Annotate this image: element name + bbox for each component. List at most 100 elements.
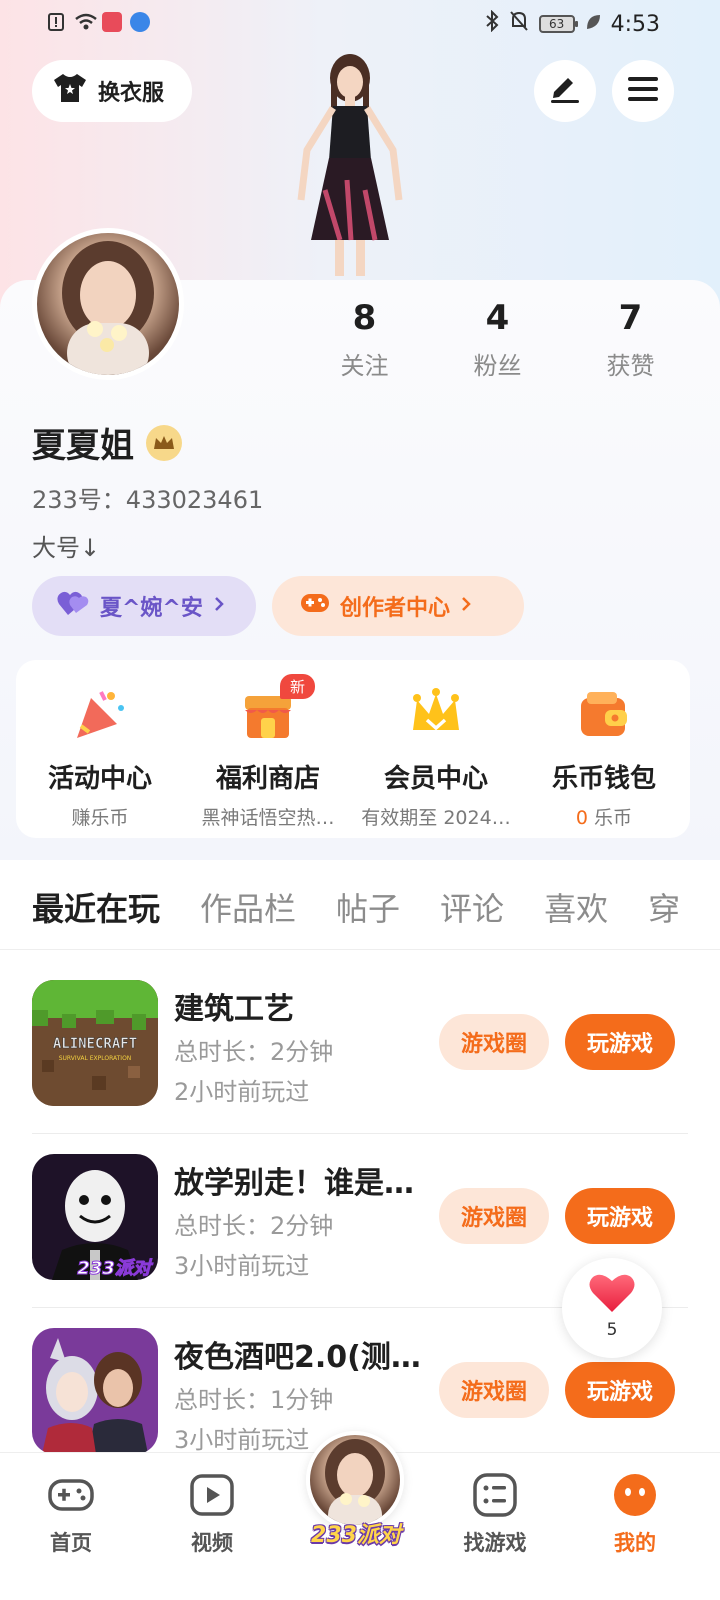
stat-followers-label: 粉丝 <box>473 352 522 380</box>
game-icon-craft[interactable]: ALINECRAFT SURVIVAL EXPLORATION <box>32 980 158 1106</box>
feature-subtitle: 有效期至 2024… <box>361 807 511 829</box>
username: 夏夏姐 <box>32 426 134 466</box>
feature-title: 活动中心 <box>47 764 152 794</box>
chevron-right-icon <box>213 594 225 619</box>
game-name: 建筑工艺 <box>174 992 294 1027</box>
crown-gold-icon <box>407 686 465 744</box>
nav-home[interactable]: 首页 <box>16 1471 126 1557</box>
feature-activity-center[interactable]: 活动中心 赚乐币 <box>16 660 184 838</box>
change-outfit-button[interactable]: 换衣服 <box>32 60 192 122</box>
battery-indicator: 63 <box>538 15 578 33</box>
party-popper-icon <box>71 686 129 744</box>
game-last-played: 2小时前玩过 <box>174 1078 310 1106</box>
game-circle-button[interactable]: 游戏圈 <box>439 1188 549 1244</box>
edit-profile-button[interactable] <box>534 60 596 122</box>
heart-icon <box>588 1274 636 1318</box>
feature-subtitle: 赚乐币 <box>71 807 129 829</box>
play-game-button[interactable]: 玩游戏 <box>565 1014 675 1070</box>
mute-bell-icon <box>509 10 529 38</box>
nav-label: 视频 <box>191 1531 233 1555</box>
crown-icon[interactable] <box>146 424 182 461</box>
stat-following-label: 关注 <box>340 352 389 380</box>
status-bar: 63 4:53 <box>0 0 720 50</box>
feature-subtitle: 0 乐币 <box>520 803 688 830</box>
game-icon-school[interactable]: 233派对 <box>32 1154 158 1280</box>
feature-subtitle: 黑神话悟空热… <box>201 807 335 829</box>
me-face-icon <box>611 1471 659 1519</box>
like-count: 5 <box>606 1320 618 1340</box>
gamepad-icon <box>300 591 330 621</box>
hamburger-menu-icon <box>627 75 659 107</box>
game-last-played: 3小时前玩过 <box>174 1252 310 1280</box>
profile-stats: 8 关注 4 粉丝 7 获赞 <box>298 298 698 381</box>
feature-title: 福利商店 <box>215 764 320 794</box>
tab-likes[interactable]: 喜欢 <box>544 884 608 930</box>
change-outfit-label: 换衣服 <box>98 81 165 106</box>
floating-like-button[interactable]: 5 <box>562 1258 662 1358</box>
username-row: 夏夏姐 <box>32 418 182 467</box>
nav-label: 首页 <box>50 1531 92 1555</box>
creator-center-label: 创作者中心 <box>340 596 451 621</box>
menu-button[interactable] <box>612 60 674 122</box>
wallet-icon <box>575 686 633 744</box>
stat-followers[interactable]: 4 粉丝 <box>431 298 564 381</box>
game-icon-title: ALINECRAFT <box>53 1036 137 1052</box>
game-name: 夜色酒吧2.0(测… <box>174 1340 421 1375</box>
tab-recently-played[interactable]: 最近在玩 <box>32 884 160 930</box>
bottom-navigation: 首页 视频 233派对 找游戏 我的 <box>0 1431 720 1600</box>
feature-welfare-shop[interactable]: 新 福利商店 黑神话悟空热… <box>184 660 352 838</box>
feature-shortcuts: 活动中心 赚乐币 新 福利商店 黑神话悟空热… 会员中心 有效期至 2024… … <box>16 660 690 838</box>
list-icon <box>471 1471 519 1519</box>
creator-center-button[interactable]: 创作者中心 <box>272 576 524 636</box>
chevron-right-icon <box>460 594 472 619</box>
play-game-button[interactable]: 玩游戏 <box>565 1188 675 1244</box>
game-circle-button[interactable]: 游戏圈 <box>439 1362 549 1418</box>
nav-video[interactable]: 视频 <box>157 1471 267 1557</box>
party-avatar[interactable] <box>306 1431 404 1529</box>
game-row[interactable]: ALINECRAFT SURVIVAL EXPLORATION 建筑工艺 总时长… <box>32 960 688 1134</box>
stat-followers-value: 4 <box>485 298 510 338</box>
stat-likes-label: 获赞 <box>606 352 655 380</box>
linked-account-label: 夏^婉^安 <box>100 596 203 621</box>
game-duration: 总时长：2分钟 <box>174 1212 334 1240</box>
tab-posts[interactable]: 帖子 <box>336 884 400 930</box>
bluetooth-icon <box>485 9 499 38</box>
3d-avatar-figure[interactable] <box>285 50 415 280</box>
user-avatar[interactable] <box>32 228 184 380</box>
game-name: 放学别走！谁是… <box>174 1166 414 1201</box>
heart-link-icon <box>56 589 90 623</box>
nav-find-games[interactable]: 找游戏 <box>440 1471 550 1557</box>
tab-outfits[interactable]: 穿 <box>648 884 680 930</box>
content-tabs: 最近在玩 作品栏 帖子 评论 喜欢 穿 <box>0 862 720 950</box>
wifi-icon <box>74 12 97 32</box>
game-circle-button[interactable]: 游戏圈 <box>439 1014 549 1070</box>
new-badge: 新 <box>280 674 316 699</box>
linked-account-button[interactable]: 夏^婉^安 <box>32 576 256 636</box>
user-id: 233号：433023461 <box>32 486 264 514</box>
app-notification-icon <box>102 12 122 32</box>
game-icon-subtitle: SURVIVAL EXPLORATION <box>59 1055 132 1062</box>
stat-likes[interactable]: 7 获赞 <box>564 298 697 381</box>
stat-likes-value: 7 <box>618 298 643 338</box>
tab-comments[interactable]: 评论 <box>440 884 504 930</box>
feature-coin-wallet[interactable]: 乐币钱包 0 乐币 <box>520 660 688 838</box>
coin-balance: 0 <box>575 807 589 829</box>
coin-unit: 乐币 <box>588 807 633 829</box>
user-bio: 大号↓ <box>32 534 101 562</box>
play-game-button[interactable]: 玩游戏 <box>565 1362 675 1418</box>
game-last-played: 3小时前玩过 <box>174 1426 310 1454</box>
nav-label: 我的 <box>614 1531 656 1555</box>
nav-me[interactable]: 我的 <box>580 1471 690 1557</box>
game-icon-night-bar[interactable] <box>32 1328 158 1454</box>
alert-icon <box>46 12 66 32</box>
tab-works[interactable]: 作品栏 <box>200 884 296 930</box>
video-play-icon <box>188 1471 236 1519</box>
status-time: 4:53 <box>610 11 660 37</box>
game-duration: 总时长：1分钟 <box>174 1386 334 1414</box>
game-icon-title: 233派对 <box>77 1258 154 1279</box>
feature-title: 乐币钱包 <box>551 764 656 794</box>
feature-vip-center[interactable]: 会员中心 有效期至 2024… <box>352 660 520 838</box>
nav-party-label[interactable]: 233派对 <box>304 1517 408 1549</box>
tshirt-icon <box>52 72 88 110</box>
stat-following[interactable]: 8 关注 <box>298 298 431 381</box>
